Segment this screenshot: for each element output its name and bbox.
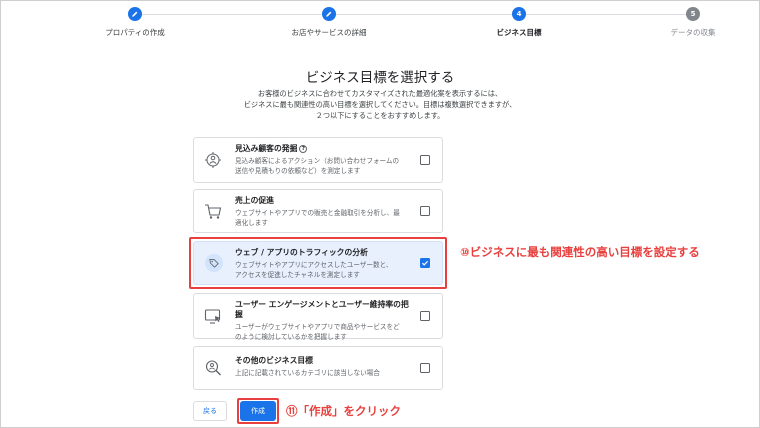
description-line: ２つ以下にすることをおすすめします。 xyxy=(315,111,445,120)
create-annotation: ⑪「作成」をクリック xyxy=(286,404,401,418)
option-title: 売上の促進 xyxy=(235,196,274,205)
goal-option-engagement-retention[interactable]: ユーザー エンゲージメントとユーザー維持率の把 握 ユーザーがウェブサイトやアプ… xyxy=(193,293,443,341)
step-3-number: 4 xyxy=(512,7,526,21)
monitor-cursor-icon xyxy=(203,306,223,326)
step-connector xyxy=(142,14,322,15)
help-icon[interactable]: ? xyxy=(299,145,308,153)
option-description: のように検討しているかを把握します xyxy=(235,333,347,341)
magnifier-person-icon xyxy=(203,358,223,378)
step-2-edit-icon[interactable] xyxy=(322,7,336,21)
option-description: ウェブサイトやアプリでの販売と金融取引を分析し、最 xyxy=(235,209,400,217)
step-1-label[interactable]: プロパティの作成 xyxy=(105,27,165,38)
goal-option-drive-sales[interactable]: 売上の促進 ウェブサイトやアプリでの販売と金融取引を分析し、最 適化します xyxy=(193,189,443,233)
description-line: ビジネスに最も関連性の高い目標を選択してください。目標は複数選択できますが、 xyxy=(243,100,517,109)
description-line: お客様のビジネスに合わせてカスタマイズされた最適化案を表示するには、 xyxy=(257,89,503,98)
step-4-label: データの収集 xyxy=(670,28,716,37)
target-person-icon xyxy=(203,150,223,170)
progress-stepper: プロパティの作成 お店やサービスの詳細 4 ビジネス目標 5 データの収集 xyxy=(0,0,760,48)
option-description: 適化します xyxy=(235,219,268,227)
drive-sales-checkbox[interactable] xyxy=(420,206,430,216)
page-description: お客様のビジネスに合わせてカスタマイズされた最適化案を表示するには、 ビジネスに… xyxy=(150,88,610,121)
engagement-retention-checkbox[interactable] xyxy=(420,311,430,321)
option-title: その他のビジネス目標 xyxy=(235,356,313,365)
back-button[interactable]: 戻る xyxy=(193,401,227,421)
step-connector xyxy=(336,14,512,15)
goal-annotation: ⑩ビジネスに最も関連性の高い目標を設定する xyxy=(460,245,700,259)
option-highlight-box xyxy=(189,237,447,289)
option-description: 送信や見積もりの依頼など）を測定します xyxy=(235,167,361,175)
page-title: ビジネス目標を選択する xyxy=(305,70,455,86)
step-4-number: 5 xyxy=(686,7,700,21)
goal-option-other[interactable]: その他のビジネス目標 上記に記載されているカテゴリに該当しない場合 xyxy=(193,346,443,390)
shopping-cart-icon xyxy=(203,201,223,221)
option-description: 見込み顧客によるアクション（お問い合わせフォームの xyxy=(235,157,400,165)
goal-option-lead-generation[interactable]: 見込み顧客の発掘? 見込み顧客によるアクション（お問い合わせフォームの 送信や見… xyxy=(193,137,443,183)
other-goal-checkbox[interactable] xyxy=(420,363,430,373)
step-connector xyxy=(526,14,686,15)
option-title: ユーザー エンゲージメントとユーザー維持率の把 xyxy=(235,300,409,309)
step-3-label: ビジネス目標 xyxy=(496,28,542,37)
option-description: ユーザーがウェブサイトやアプリで商品やサービスをど xyxy=(235,323,400,331)
lead-generation-checkbox[interactable] xyxy=(420,155,430,165)
option-description: 上記に記載されているカテゴリに該当しない場合 xyxy=(235,369,380,377)
option-title-continued: 握 xyxy=(235,310,243,319)
step-2-label[interactable]: お店やサービスの詳細 xyxy=(292,27,367,38)
step-1-edit-icon[interactable] xyxy=(128,7,142,21)
option-title: 見込み顧客の発掘 xyxy=(235,144,298,153)
create-highlight-box xyxy=(237,398,279,424)
